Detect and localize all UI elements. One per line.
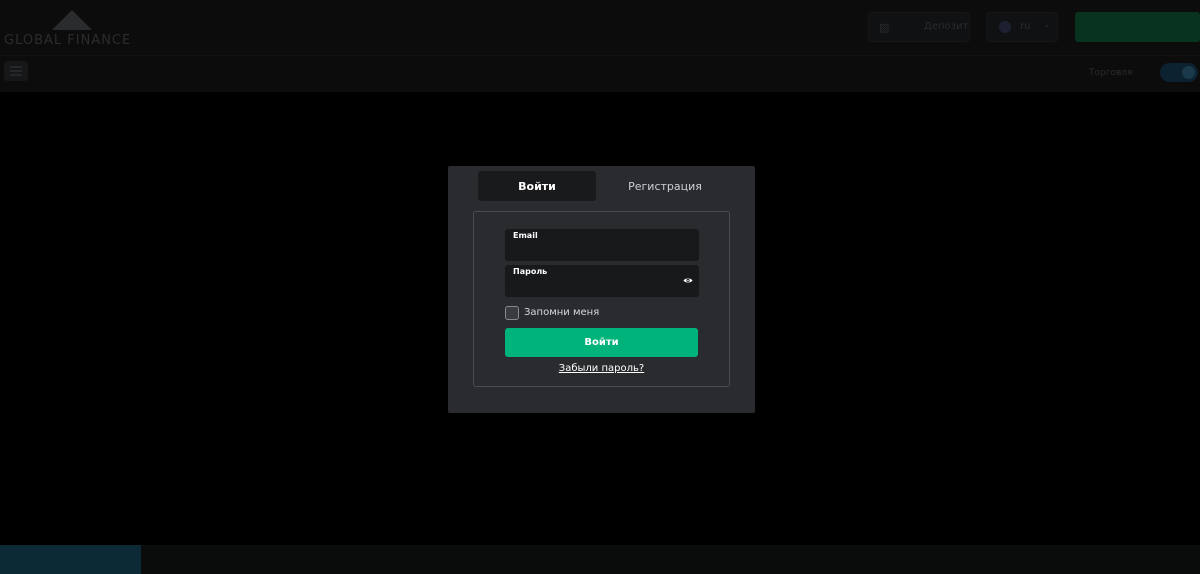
forgot-password-link[interactable]: Забыли пароль? <box>474 363 729 374</box>
language-selector[interactable]: ru ⌄ <box>986 12 1058 42</box>
tab-login[interactable]: Войти <box>478 171 596 201</box>
bottom-action-button[interactable] <box>0 545 141 574</box>
deposit-button[interactable]: ▧ Депозит <box>868 12 970 42</box>
flag-icon <box>999 21 1011 33</box>
wallet-icon: ▧ <box>879 21 890 34</box>
logo-mark-icon <box>52 10 92 30</box>
remember-me[interactable]: Запомни меня <box>505 305 599 320</box>
email-label: Email <box>513 231 538 240</box>
login-button[interactable]: Войти <box>505 328 698 357</box>
password-input[interactable] <box>513 279 673 293</box>
top-cta-button[interactable] <box>1075 12 1200 42</box>
tab-register[interactable]: Регистрация <box>606 171 724 201</box>
email-field[interactable]: Email <box>505 229 699 261</box>
logo[interactable]: GLOBAL FINANCE <box>4 8 134 50</box>
remember-label: Запомни меня <box>524 307 600 318</box>
password-label: Пароль <box>513 267 548 276</box>
deposit-label: Депозит <box>924 21 969 32</box>
remember-checkbox[interactable] <box>505 305 519 320</box>
auth-modal: Войти Регистрация Email Пароль Запомни м… <box>448 166 755 413</box>
toggle-label: Торговля <box>1089 68 1133 78</box>
language-label: ru <box>1020 21 1031 32</box>
email-input[interactable] <box>513 243 673 257</box>
eye-icon[interactable] <box>683 277 693 284</box>
hamburger-icon[interactable] <box>4 61 28 81</box>
bottom-bar <box>0 545 1200 574</box>
mode-toggle[interactable] <box>1160 63 1198 82</box>
logo-text: GLOBAL FINANCE <box>4 33 132 48</box>
toggle-knob <box>1182 66 1195 79</box>
password-field[interactable]: Пароль <box>505 265 699 297</box>
login-form: Email Пароль Запомни меня Войти Забыли п… <box>473 211 730 387</box>
top-bar-divider <box>0 55 1200 56</box>
chevron-down-icon: ⌄ <box>1043 20 1051 30</box>
